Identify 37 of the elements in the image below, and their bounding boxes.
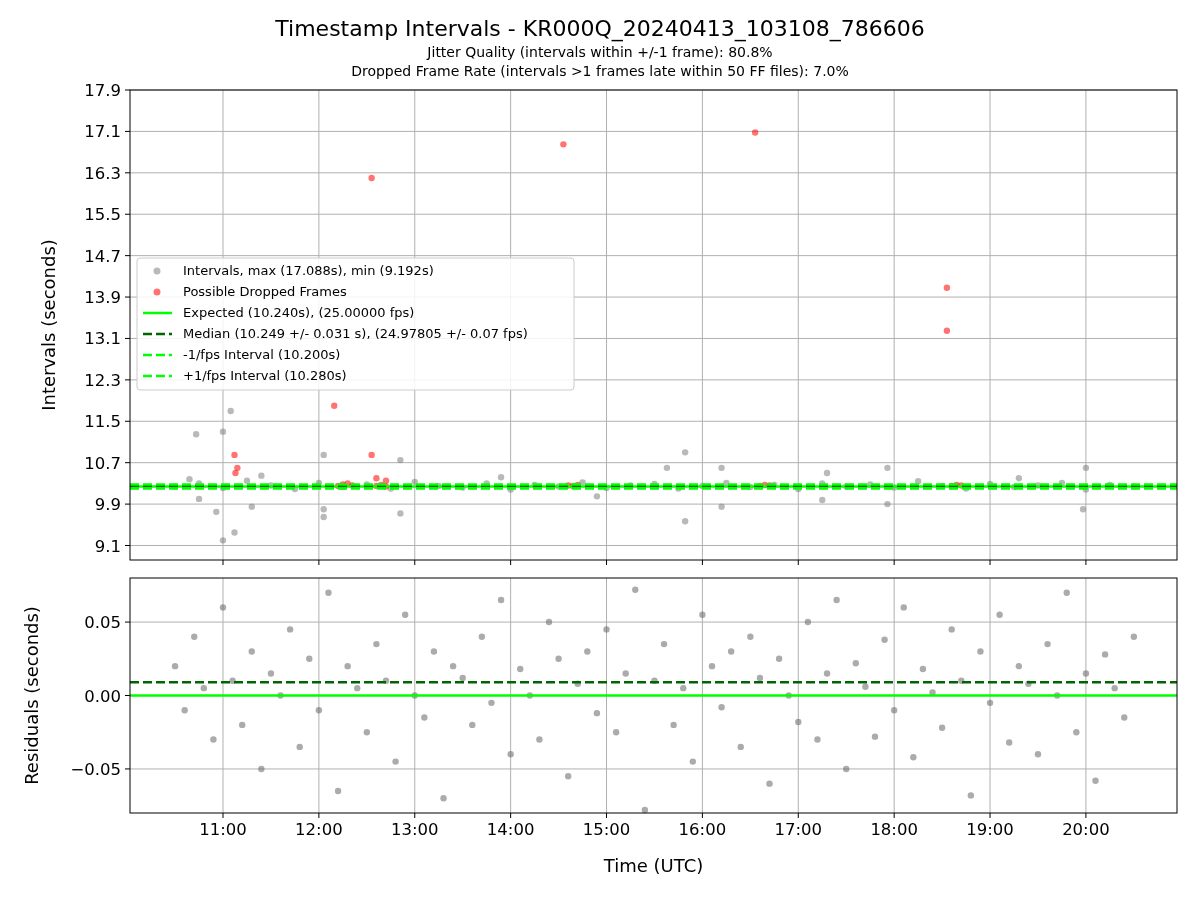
figure-subtitle: Dropped Frame Rate (intervals >1 frames late within 50 FF files): 7.0% [351,62,849,81]
legend-label: -1/fps Interval (10.200s) [183,347,341,362]
figure-subtitle: Jitter Quality (intervals within +/-1 frame): 80.8% [427,43,773,62]
y-tick-label: 11.5 [84,412,121,432]
y-axis-label: Intervals (seconds) [38,239,59,411]
x-tick-label: 18:00 [870,820,918,839]
y-tick-label: 17.1 [84,122,121,142]
y-tick-label: 10.7 [84,453,121,473]
y-axis-label: Residuals (seconds) [21,606,42,785]
x-tick-label: 15:00 [582,820,631,839]
legend-label: Median (10.249 +/- 0.031 s), (24.97805 +/- 0.07 fps) [183,326,528,341]
y-tick-label: −0.05 [70,759,121,779]
y-tick-label: 0.00 [84,686,121,706]
legend-label: Intervals, max (17.088s), min (9.192s) [183,263,434,278]
y-tick-label: 9.9 [94,495,121,515]
x-tick-label: 13:00 [391,820,439,839]
y-tick-label: 9.1 [94,536,121,556]
y-tick-label: 13.1 [84,329,121,349]
x-tick-label: 12:00 [295,820,343,839]
y-tick-label: 16.3 [84,163,121,183]
legend-label: +1/fps Interval (10.280s) [183,368,347,383]
legend-label: Expected (10.240s), (25.00000 fps) [183,305,415,320]
y-tick-label: 15.5 [84,205,121,225]
x-axis-label: Time (UTC) [603,855,704,876]
y-tick-label: 0.05 [84,613,121,633]
y-tick-label: 14.7 [84,246,121,266]
x-tick-label: 16:00 [678,820,727,839]
y-tick-label: 17.9 [84,81,121,100]
x-tick-label: 11:00 [199,820,247,839]
y-tick-label: 13.9 [84,288,121,308]
x-tick-label: 17:00 [774,820,823,839]
y-tick-label: 12.3 [84,370,121,390]
x-tick-label: 14:00 [486,820,535,839]
figure-title: Timestamp Intervals - KR000Q_20240413_103108_786606 [275,15,925,43]
x-tick-label: 20:00 [1062,820,1110,839]
legend-label: Possible Dropped Frames [183,284,347,299]
x-tick-label: 19:00 [966,820,1014,839]
